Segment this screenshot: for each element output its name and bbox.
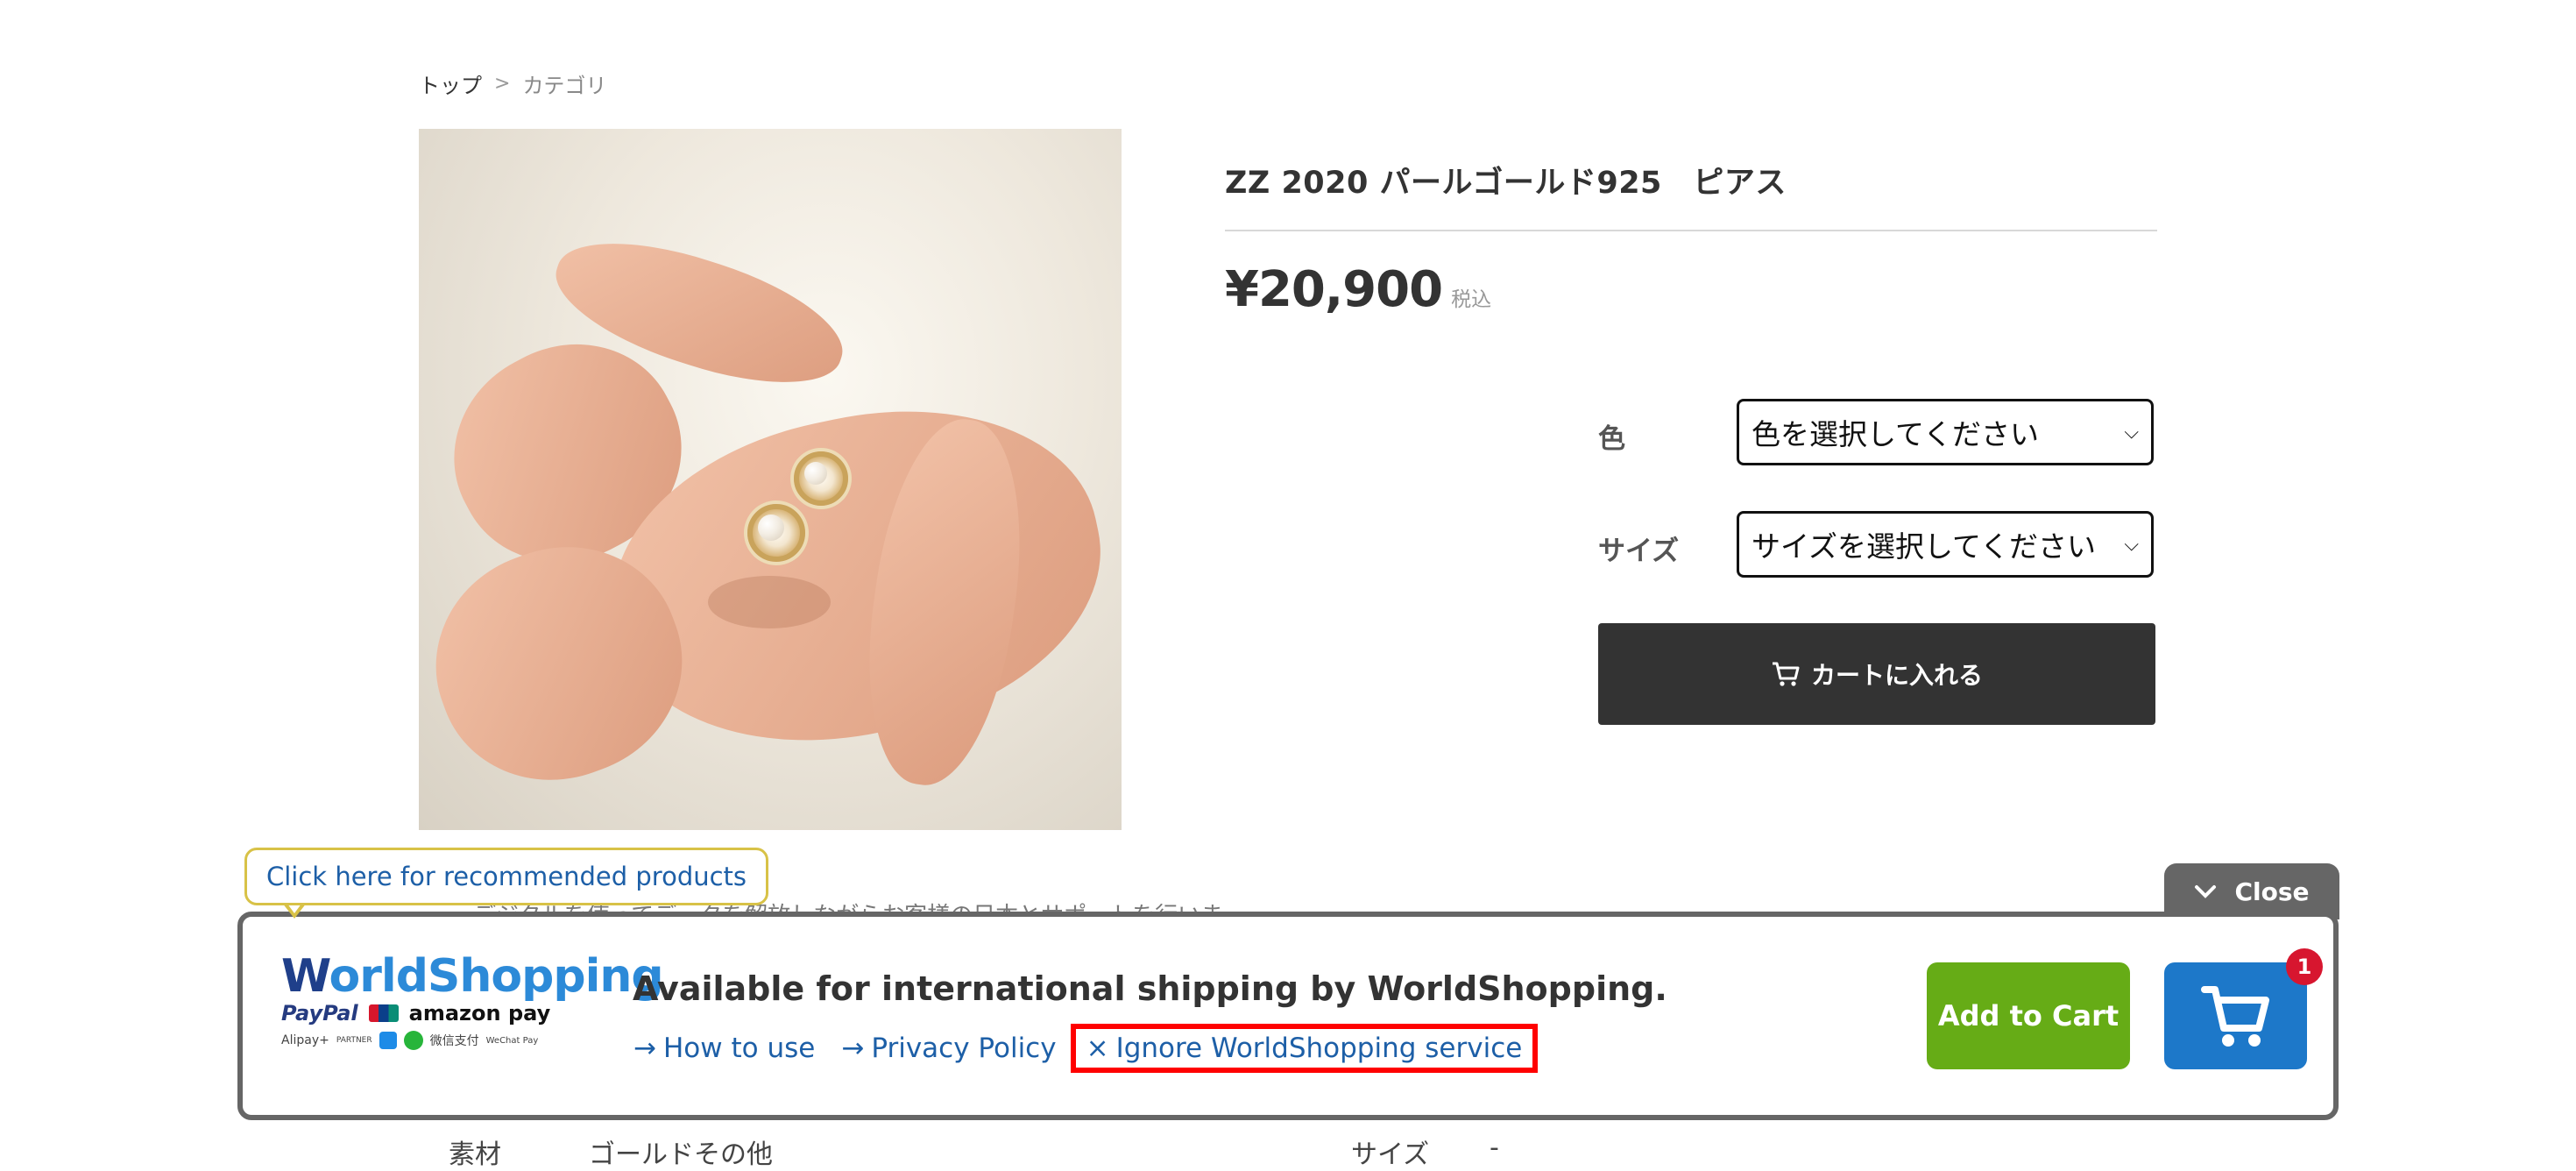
arrow-right-icon: → [633, 1033, 656, 1064]
size-select[interactable]: サイズを選択してください ⌵ [1737, 511, 2154, 578]
worldshopping-logo: WorldShopping PayPal amazon pay Alipay+ … [281, 950, 664, 1050]
paypal-logo: PayPal [281, 1001, 358, 1026]
logo-rest: orldShopping [329, 950, 664, 1003]
cart-count-badge: 1 [2286, 948, 2323, 985]
ignore-worldshopping-link[interactable]: × Ignore WorldShopping service [1070, 1024, 1539, 1073]
ignore-label: Ignore WorldShopping service [1115, 1033, 1523, 1064]
breadcrumb-current[interactable]: カテゴリ [522, 68, 606, 99]
wechat-pay-label: WeChat Pay [485, 1035, 539, 1046]
breadcrumb-home[interactable]: トップ [419, 68, 482, 99]
chevron-down-icon [2195, 885, 2217, 898]
unionpay-icon [368, 1004, 399, 1022]
add-to-cart-label: カートに入れる [1810, 661, 1983, 690]
size-label: サイズ [1598, 536, 1680, 567]
amazon-pay-logo: amazon pay [408, 1001, 551, 1026]
chevron-down-icon: ⌵ [2124, 533, 2139, 556]
worldshopping-banner: WorldShopping PayPal amazon pay Alipay+ … [237, 912, 2339, 1120]
how-to-use-label: How to use [662, 1033, 816, 1064]
add-to-cart-button[interactable]: カートに入れる [1598, 623, 2155, 725]
alipay-partner: PARTNER [336, 1036, 372, 1045]
arrow-right-icon: → [841, 1033, 865, 1064]
product-image [419, 129, 1122, 830]
how-to-use-link[interactable]: → How to use [633, 1033, 815, 1064]
spec-size-label: サイズ [1351, 1139, 1430, 1170]
worldshopping-add-to-cart-button[interactable]: Add to Cart [1927, 962, 2130, 1069]
worldshopping-links: → How to use → Privacy Policy × Ignore W… [633, 1024, 1539, 1073]
color-select[interactable]: 色を選択してください ⌵ [1737, 399, 2154, 465]
color-select-value: 色を選択してください [1752, 417, 2040, 451]
privacy-policy-link[interactable]: → Privacy Policy [841, 1033, 1056, 1064]
title-divider [1225, 230, 2157, 231]
tax-label: 税込 [1451, 288, 1492, 311]
cart-icon [1772, 662, 1800, 686]
alipay-icon [379, 1032, 397, 1049]
shopping-cart-icon [2200, 986, 2269, 1047]
price-amount: ¥20,900 [1225, 261, 1443, 318]
alipay-logo: Alipay+ [281, 1033, 329, 1047]
close-label: Close [2234, 876, 2310, 906]
spec-material-value: ゴールドその他 [589, 1139, 773, 1170]
breadcrumb-separator: > [494, 73, 511, 95]
recommended-products-tooltip[interactable]: Click here for recommended products [244, 848, 769, 905]
spec-size-value: - [1490, 1132, 1499, 1163]
spec-material-label: 素材 [449, 1139, 501, 1170]
worldshopping-cart-button[interactable] [2164, 962, 2307, 1069]
breadcrumb: トップ > カテゴリ [419, 68, 606, 99]
close-icon: × [1086, 1033, 1109, 1064]
size-select-value: サイズを選択してください [1752, 529, 2097, 564]
privacy-policy-label: Privacy Policy [871, 1033, 1057, 1064]
wechat-icon [403, 1031, 423, 1050]
wechat-label: 微信支付 [429, 1034, 479, 1048]
color-label: 色 [1598, 423, 1625, 455]
chevron-down-icon: ⌵ [2124, 421, 2139, 444]
product-price: ¥20,900 税込 [1225, 261, 1491, 318]
worldshopping-heading: Available for international shipping by … [633, 969, 1667, 1008]
product-title: ZZ 2020 パールゴールド925 ピアス [1225, 166, 1787, 201]
logo-w: W [281, 950, 330, 1003]
